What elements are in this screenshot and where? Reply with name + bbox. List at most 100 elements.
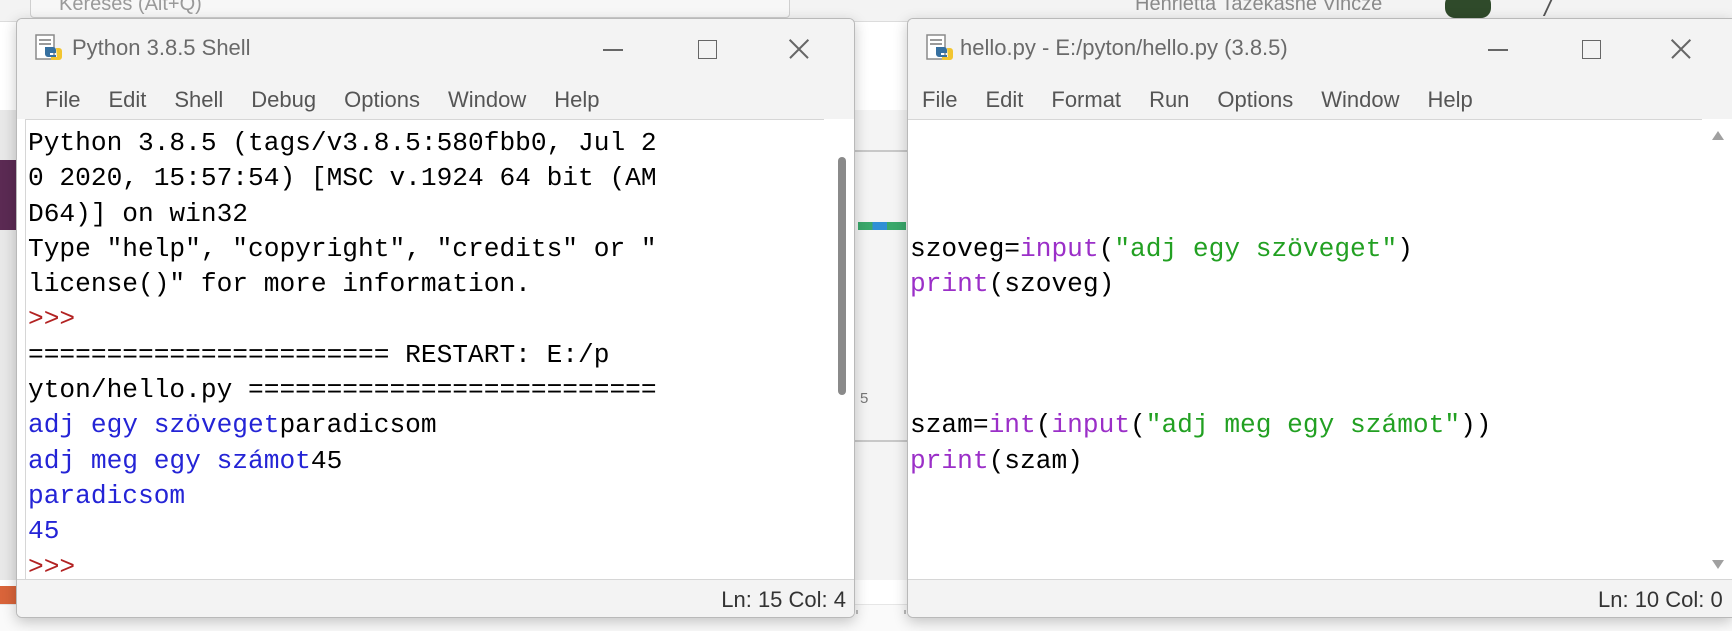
shell-text-segment: Python 3.8.5 (tags/v3.8.5:580fbb0, Jul 2 bbox=[28, 128, 657, 158]
editor-text-segment: (szam) bbox=[988, 445, 1083, 476]
scroll-down-icon[interactable] bbox=[1712, 560, 1724, 569]
background-pen-icon bbox=[1542, 0, 1578, 16]
shell-menu-options[interactable]: Options bbox=[330, 87, 434, 113]
editor-menu-run[interactable]: Run bbox=[1135, 87, 1203, 113]
python-idle-icon bbox=[35, 34, 62, 60]
scroll-up-icon[interactable] bbox=[1712, 131, 1724, 140]
shell-text-segment: 45 bbox=[28, 516, 60, 547]
shell-window[interactable]: Python 3.8.5 Shell File Edit Shell Debug… bbox=[16, 18, 855, 618]
background-line bbox=[855, 150, 907, 152]
editor-text-segment: int bbox=[988, 410, 1036, 441]
editor-menubar: File Edit Format Run Options Window Help bbox=[908, 81, 1732, 119]
shell-line: D64)] on win32 bbox=[28, 197, 824, 232]
editor-text-segment: )) bbox=[1460, 410, 1492, 441]
editor-scrollbar[interactable] bbox=[1702, 119, 1732, 579]
editor-text-segment: "adj meg egy számot" bbox=[1145, 410, 1461, 441]
editor-text-segment: szam= bbox=[910, 410, 989, 441]
shell-window-title: Python 3.8.5 Shell bbox=[72, 35, 251, 60]
editor-menu-file[interactable]: File bbox=[908, 87, 971, 113]
shell-scrollbar-thumb[interactable] bbox=[838, 157, 846, 395]
close-icon[interactable] bbox=[769, 29, 829, 69]
background-purple-block bbox=[0, 160, 16, 230]
shell-text-segment: paradicsom bbox=[279, 410, 437, 441]
shell-text-segment: 45 bbox=[310, 445, 343, 476]
editor-line: print(szam) bbox=[910, 444, 1702, 479]
editor-menu-window[interactable]: Window bbox=[1307, 87, 1413, 113]
background-user-name: Henrietta Tazekasne Vincze bbox=[1135, 0, 1383, 15]
shell-menu-help[interactable]: Help bbox=[540, 87, 613, 113]
shell-text-segment: adj meg egy számot bbox=[28, 445, 311, 476]
editor-text-segment: szoveg= bbox=[910, 233, 1021, 264]
background-line bbox=[855, 440, 907, 442]
background-ruler-number: 5 bbox=[860, 390, 869, 407]
shell-text-segment: 0 2020, 15:57:54) [MSC v.1924 64 bit (AM bbox=[28, 163, 657, 194]
shell-line: license()" for more information. bbox=[28, 267, 824, 302]
shell-line: Type "help", "copyright", "credits" or " bbox=[28, 232, 824, 267]
shell-text-segment: >>> bbox=[28, 304, 91, 335]
shell-line: paradicsom bbox=[28, 479, 824, 514]
editor-cursor-position: Ln: 10 Col: 0 bbox=[1598, 587, 1723, 612]
editor-text-segment: ) bbox=[1397, 233, 1413, 264]
shell-scrollbar[interactable] bbox=[824, 119, 854, 579]
shell-line: Python 3.8.5 (tags/v3.8.5:580fbb0, Jul 2 bbox=[28, 126, 824, 161]
editor-menu-options[interactable]: Options bbox=[1203, 87, 1307, 113]
shell-text-segment: adj egy szöveget bbox=[28, 410, 280, 441]
shell-menu-debug[interactable]: Debug bbox=[237, 87, 330, 113]
minimize-icon[interactable] bbox=[583, 29, 643, 69]
editor-line: szoveg=input("adj egy szöveget") bbox=[910, 232, 1702, 267]
shell-menubar: File Edit Shell Debug Options Window Hel… bbox=[17, 81, 854, 119]
shell-output-area[interactable]: Python 3.8.5 (tags/v3.8.5:580fbb0, Jul 2… bbox=[25, 119, 824, 579]
editor-text-segment: ( bbox=[1130, 410, 1146, 441]
background-document-gap bbox=[855, 110, 907, 580]
editor-text-segment: input bbox=[1051, 410, 1131, 441]
maximize-icon[interactable] bbox=[1561, 29, 1621, 69]
shell-statusbar: Ln: 15 Col: 4 bbox=[17, 579, 854, 617]
shell-text-segment: >>> bbox=[28, 551, 91, 579]
shell-text-segment: paradicsom bbox=[28, 480, 186, 511]
shell-line: >>> bbox=[28, 302, 824, 337]
background-search-box: Keresés (Alt+Q) bbox=[30, 0, 790, 18]
minimize-icon[interactable] bbox=[1468, 29, 1528, 69]
editor-menu-edit[interactable]: Edit bbox=[971, 87, 1037, 113]
editor-statusbar: Ln: 10 Col: 0 bbox=[908, 579, 1732, 617]
maximize-icon[interactable] bbox=[677, 29, 737, 69]
background-toolbar-icon bbox=[858, 222, 906, 230]
editor-titlebar[interactable]: hello.py - E:/pyton/hello.py (3.8.5) bbox=[908, 19, 1732, 81]
editor-menu-format[interactable]: Format bbox=[1037, 87, 1135, 113]
editor-text-segment: print bbox=[910, 445, 989, 476]
shell-menu-window[interactable]: Window bbox=[434, 87, 540, 113]
editor-line: szam=int(input("adj meg egy számot")) bbox=[910, 408, 1702, 443]
shell-text-segment: yton/hello.py ========================== bbox=[28, 375, 657, 406]
shell-menu-file[interactable]: File bbox=[31, 87, 94, 113]
shell-line: ======================= RESTART: E:/p bbox=[28, 338, 824, 373]
editor-text-segment: ( bbox=[1098, 233, 1115, 264]
shell-line: adj egy szövegetparadicsom bbox=[28, 408, 824, 443]
editor-code-area[interactable]: szoveg=input("adj egy szöveget") print(sz… bbox=[908, 119, 1702, 579]
shell-line: 0 2020, 15:57:54) [MSC v.1924 64 bit (AM bbox=[28, 161, 824, 196]
shell-text-segment: license()" for more information. bbox=[28, 269, 531, 300]
python-idle-icon bbox=[926, 34, 953, 60]
shell-line: adj meg egy számot45 bbox=[28, 444, 824, 479]
shell-text-segment: Type "help", "copyright", "credits" or " bbox=[28, 233, 657, 264]
editor-text-segment: input bbox=[1020, 233, 1099, 264]
shell-menu-shell[interactable]: Shell bbox=[160, 87, 237, 113]
shell-line: >>> bbox=[28, 550, 824, 579]
close-icon[interactable] bbox=[1651, 29, 1711, 69]
background-avatar bbox=[1445, 0, 1491, 18]
shell-text-segment: ======================= RESTART: E:/p bbox=[28, 339, 610, 370]
editor-window[interactable]: hello.py - E:/pyton/hello.py (3.8.5) Fil… bbox=[907, 18, 1732, 618]
editor-text-segment: (szoveg) bbox=[988, 269, 1115, 300]
editor-text-segment: "adj egy szöveget" bbox=[1114, 233, 1398, 264]
editor-text-segment: ( bbox=[1035, 410, 1052, 441]
shell-line: 45 bbox=[28, 514, 824, 549]
editor-menu-help[interactable]: Help bbox=[1414, 87, 1487, 113]
shell-titlebar[interactable]: Python 3.8.5 Shell bbox=[17, 19, 854, 81]
shell-line: yton/hello.py ========================== bbox=[28, 373, 824, 408]
shell-menu-edit[interactable]: Edit bbox=[94, 87, 160, 113]
